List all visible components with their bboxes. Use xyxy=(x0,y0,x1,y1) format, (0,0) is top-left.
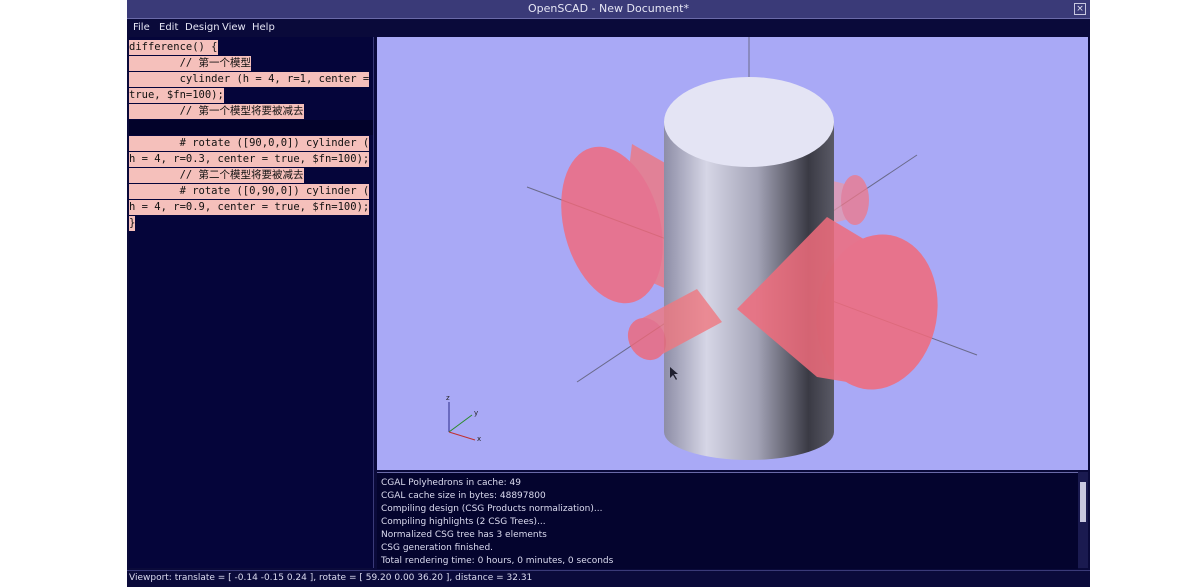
menu-view[interactable]: View xyxy=(222,19,246,36)
axis-label-y: y xyxy=(474,409,478,417)
scrollbar-thumb[interactable] xyxy=(1080,482,1086,522)
menu-help[interactable]: Help xyxy=(252,19,275,36)
console-line: CGAL cache size in bytes: 48897800 xyxy=(381,491,546,501)
code-line[interactable]: # rotate ([90,0,0]) cylinder ( xyxy=(129,136,370,151)
menu-edit[interactable]: Edit xyxy=(159,19,178,36)
code-line[interactable]: // 第一个模型将要被减去 xyxy=(129,104,304,119)
console-line: Normalized CSG tree has 3 elements xyxy=(381,530,547,540)
menu-design[interactable]: Design xyxy=(185,19,220,36)
code-line[interactable]: h = 4, r=0.3, center = true, $fn=100); xyxy=(129,152,370,167)
scene-svg: z y x xyxy=(446,37,978,460)
console-line: CSG generation finished. xyxy=(381,543,494,553)
axis-label-x: x xyxy=(477,435,481,443)
title-bar[interactable]: OpenSCAD - New Document* × xyxy=(127,0,1090,19)
console-output[interactable]: CGAL Polyhedrons in cache: 49 CGAL cache… xyxy=(377,472,1078,569)
code-line-empty[interactable] xyxy=(129,120,373,135)
code-line[interactable]: # rotate ([0,90,0]) cylinder ( xyxy=(129,184,370,199)
console-line: CGAL Polyhedrons in cache: 49 xyxy=(381,478,522,488)
window-title: OpenSCAD - New Document* xyxy=(528,2,689,15)
code-editor[interactable]: difference() { // 第一个模型 cylinder (h = 4,… xyxy=(129,37,374,568)
code-line[interactable]: h = 4, r=0.9, center = true, $fn=100); xyxy=(129,200,370,215)
code-line[interactable]: true, $fn=100); xyxy=(129,88,224,103)
viewport-status: Viewport: translate = [ -0.14 -0.15 0.24… xyxy=(129,573,533,583)
console-line: Compiling design (CSG Products normaliza… xyxy=(381,504,603,514)
console-line: Total rendering time: 0 hours, 0 minutes… xyxy=(381,556,614,566)
console-scrollbar[interactable] xyxy=(1078,472,1088,568)
menu-file[interactable]: File xyxy=(133,19,150,36)
code-line[interactable]: difference() { xyxy=(129,40,218,55)
axis-label-z: z xyxy=(446,394,450,402)
code-line[interactable]: cylinder (h = 4, r=1, center = xyxy=(129,72,370,87)
code-line[interactable]: } xyxy=(129,216,136,231)
3d-viewport[interactable]: z y x xyxy=(377,37,1088,470)
menu-bar: File Edit Design View Help xyxy=(127,19,1090,36)
close-icon[interactable]: × xyxy=(1074,3,1086,15)
code-line[interactable]: // 第一个模型 xyxy=(129,56,252,71)
axes-indicator xyxy=(448,402,476,441)
code-line[interactable]: // 第二个模型将要被减去 xyxy=(129,168,304,183)
console-line: Compiling highlights (2 CSG Trees)... xyxy=(381,517,546,527)
status-bar: Viewport: translate = [ -0.14 -0.15 0.24… xyxy=(127,570,1090,586)
openscad-window: OpenSCAD - New Document* × File Edit Des… xyxy=(127,0,1090,587)
